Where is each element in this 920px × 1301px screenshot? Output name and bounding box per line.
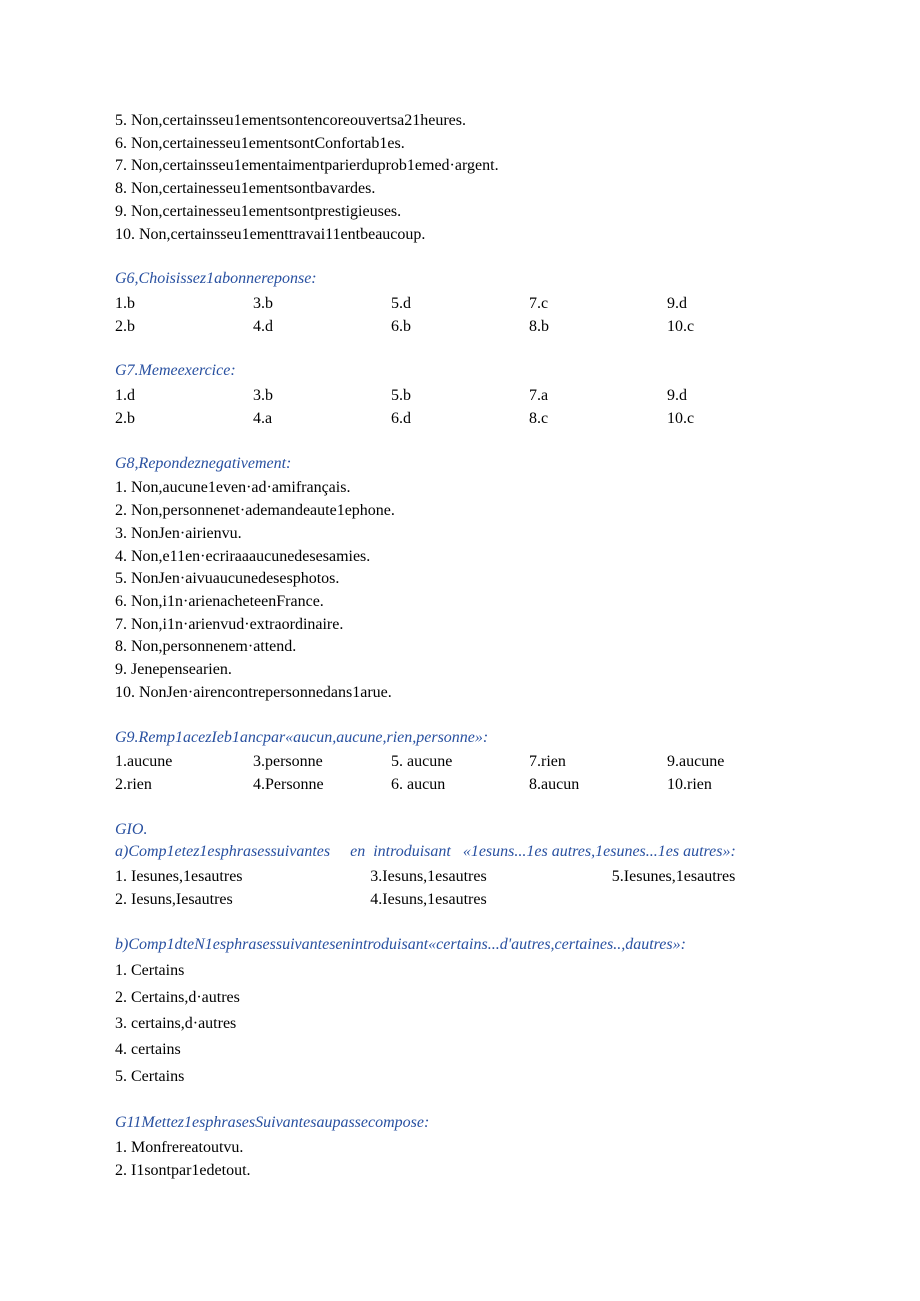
g9-grid: 1.aucune 3.personne 5. aucune 7.rien 9.a… xyxy=(115,751,805,796)
answer-cell: 3.personne xyxy=(253,751,391,774)
g7-heading: G7.Memeexercice: xyxy=(115,360,805,383)
list-item: 7. Non,i1n·arienvud·extraordinaire. xyxy=(115,614,805,637)
answer-cell: 10.rien xyxy=(667,774,805,797)
g9-heading: G9.Remp1acezIeb1ancpar«aucun,aucune,rien… xyxy=(115,727,805,750)
list-item: 8. Non,certainesseu1ementsontbavardes. xyxy=(115,178,805,201)
g10a-grid: 1. Iesunes,1esautres 3.Iesuns,1esautres … xyxy=(115,866,805,911)
answer-cell: 8.b xyxy=(529,316,667,339)
list-item: 6. Non,certainesseu1ementsontConfortab1e… xyxy=(115,133,805,156)
answer-cell: 3.b xyxy=(253,293,391,316)
g10b-list: 1. Certains 2. Certains,d·autres 3. cert… xyxy=(115,958,805,1090)
list-item: 2. I1sontpar1edetout. xyxy=(115,1160,805,1183)
list-item: 3. NonJen·airienvu. xyxy=(115,523,805,546)
g8-heading: G8,Repondeznegativement: xyxy=(115,453,805,476)
answer-cell: 9.d xyxy=(667,385,805,408)
list-item: 6. Non,i1n·arienacheteenFrance. xyxy=(115,591,805,614)
g6-heading: G6,Choisissez1abonnereponse: xyxy=(115,268,805,291)
g6-grid: 1.b 3.b 5.d 7.c 9.d 2.b 4.d 6.b 8.b 10.c xyxy=(115,293,805,338)
answer-cell: 8.aucun xyxy=(529,774,667,797)
answer-cell: 3.Iesuns,1esautres xyxy=(370,866,612,889)
g10a-heading: a)Comp1etez1esphrasessuivantes en introd… xyxy=(115,841,805,864)
answer-cell: 10.c xyxy=(667,316,805,339)
answer-cell: 6. aucun xyxy=(391,774,529,797)
answer-cell: 5. aucune xyxy=(391,751,529,774)
answer-cell: 5.Iesunes,1esautres xyxy=(612,866,805,889)
list-item: 4. Non,e11en·ecriraaaucunedesesamies. xyxy=(115,546,805,569)
answer-cell: 1.aucune xyxy=(115,751,253,774)
answer-cell: 4.d xyxy=(253,316,391,339)
answer-cell: 2.rien xyxy=(115,774,253,797)
answer-cell: 6.d xyxy=(391,408,529,431)
g11-list: 1. Monfrereatoutvu. 2. I1sontpar1edetout… xyxy=(115,1137,805,1182)
list-item: 3. certains,d·autres xyxy=(115,1011,805,1037)
list-item: 2. Certains,d·autres xyxy=(115,985,805,1011)
list-item: 7. Non,certainsseu1ementaimentparierdupr… xyxy=(115,155,805,178)
answer-cell: 6.b xyxy=(391,316,529,339)
top-answer-list: 5. Non,certainsseu1ementsontencoreouvert… xyxy=(115,110,805,246)
answer-cell: 2.b xyxy=(115,316,253,339)
g10b-heading: b)Comp1dteN1esphrasessuivantesenintrodui… xyxy=(115,934,805,957)
answer-cell: 4.Iesuns,1esautres xyxy=(370,889,612,912)
list-item: 1. Certains xyxy=(115,958,805,984)
answer-cell: 5.b xyxy=(391,385,529,408)
list-item: 9. Jenepensearien. xyxy=(115,659,805,682)
answer-cell: 2.b xyxy=(115,408,253,431)
answer-cell: 8.c xyxy=(529,408,667,431)
answer-cell: 5.d xyxy=(391,293,529,316)
list-item: 5. NonJen·aivuaucunedesesphotos. xyxy=(115,568,805,591)
list-item: 8. Non,personnenem·attend. xyxy=(115,636,805,659)
answer-cell: 7.c xyxy=(529,293,667,316)
g11-heading: G11Mettez1esphrasesSuivantesaupassecompo… xyxy=(115,1112,805,1135)
answer-cell: 1.d xyxy=(115,385,253,408)
list-item: 5. Certains xyxy=(115,1064,805,1090)
list-item: 4. certains xyxy=(115,1037,805,1063)
answer-cell: 2. Iesuns,Iesautres xyxy=(115,889,370,912)
answer-cell: 1.b xyxy=(115,293,253,316)
list-item: 9. Non,certainesseu1ementsontprestigieus… xyxy=(115,201,805,224)
g7-grid: 1.d 3.b 5.b 7.a 9.d 2.b 4.a 6.d 8.c 10.c xyxy=(115,385,805,430)
answer-cell: 10.c xyxy=(667,408,805,431)
answer-cell: 9.aucune xyxy=(667,751,805,774)
g8-list: 1. Non,aucune1even·ad·amifrançais. 2. No… xyxy=(115,477,805,704)
list-item: 5. Non,certainsseu1ementsontencoreouvert… xyxy=(115,110,805,133)
answer-cell: 7.rien xyxy=(529,751,667,774)
answer-cell: 7.a xyxy=(529,385,667,408)
answer-cell xyxy=(612,889,805,912)
list-item: 1. Monfrereatoutvu. xyxy=(115,1137,805,1160)
answer-cell: 3.b xyxy=(253,385,391,408)
list-item: 10. NonJen·airencontrepersonnedans1arue. xyxy=(115,682,805,705)
answer-cell: 9.d xyxy=(667,293,805,316)
answer-cell: 1. Iesunes,1esautres xyxy=(115,866,370,889)
answer-cell: 4.Personne xyxy=(253,774,391,797)
list-item: 10. Non,certainsseu1ementtravai11entbeau… xyxy=(115,224,805,247)
answer-cell: 4.a xyxy=(253,408,391,431)
list-item: 2. Non,personnenet·ademandeaute1ephone. xyxy=(115,500,805,523)
g10-heading: GIO. xyxy=(115,819,805,842)
list-item: 1. Non,aucune1even·ad·amifrançais. xyxy=(115,477,805,500)
